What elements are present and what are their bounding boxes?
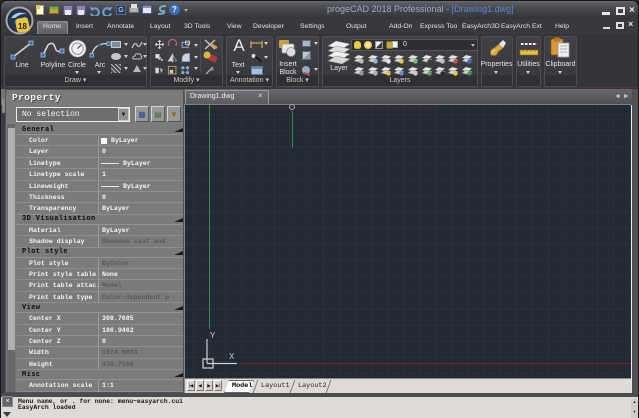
svg-text:X: X — [229, 352, 235, 361]
svg-text:si: si — [210, 67, 214, 73]
svg-text:Y: Y — [210, 331, 216, 340]
svg-text:18: 18 — [18, 22, 27, 31]
